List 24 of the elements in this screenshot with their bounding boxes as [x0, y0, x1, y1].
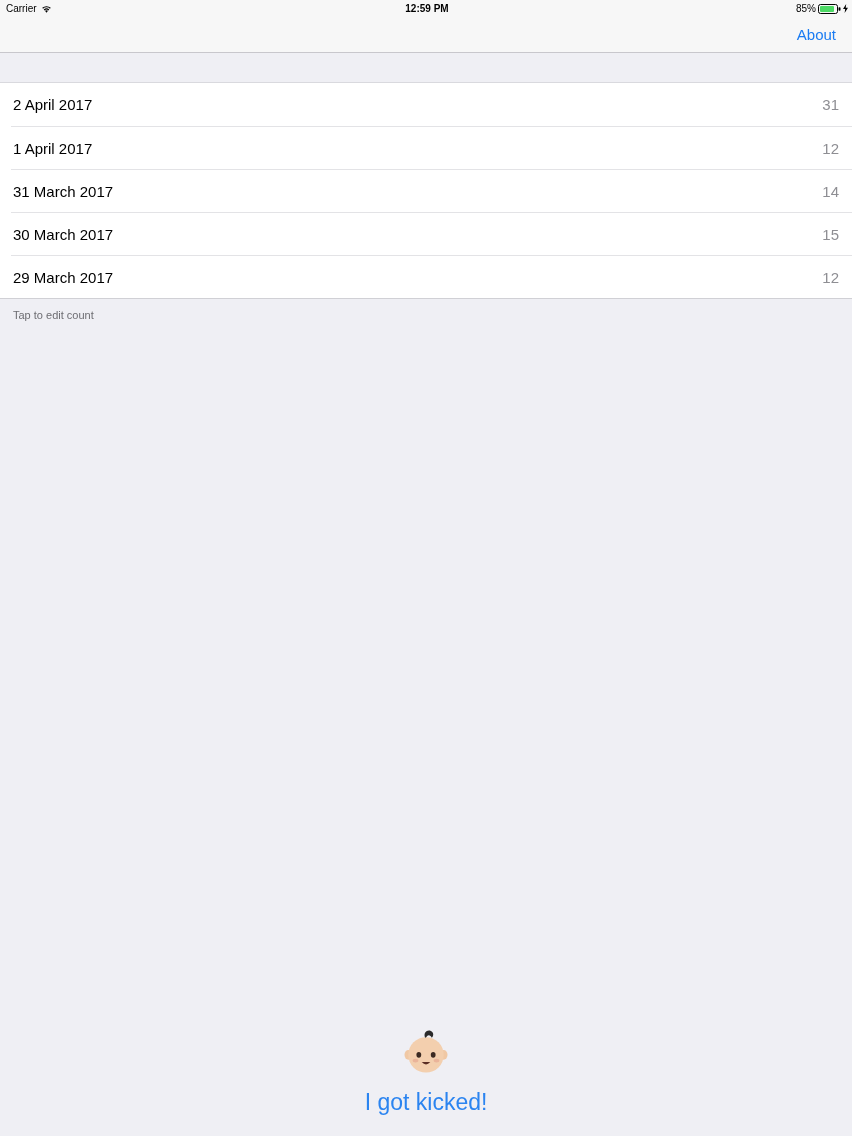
date-label: 1 April 2017	[13, 139, 93, 157]
battery-percentage: 85%	[795, 3, 816, 14]
kick-count: 15	[822, 225, 839, 243]
date-label: 29 March 2017	[13, 268, 114, 286]
baby-face-icon	[404, 1029, 448, 1075]
date-row[interactable]: 2 April 2017 31	[0, 83, 852, 126]
date-label: 30 March 2017	[13, 225, 114, 243]
wifi-icon	[40, 4, 52, 13]
about-button[interactable]: About	[790, 24, 842, 45]
clock-time: 12:59 PM	[405, 3, 449, 14]
date-row[interactable]: 30 March 2017 15	[11, 212, 852, 255]
date-row[interactable]: 1 April 2017 12	[11, 126, 852, 169]
kick-count: 14	[822, 182, 839, 200]
date-label: 31 March 2017	[13, 182, 114, 200]
battery-icon	[818, 3, 841, 14]
date-label: 2 April 2017	[13, 96, 93, 113]
list-footer-hint: Tap to edit count	[13, 309, 94, 321]
charging-bolt-icon	[843, 4, 848, 13]
carrier-label: Carrier	[6, 3, 37, 14]
date-row[interactable]: 29 March 2017 12	[11, 255, 852, 298]
kick-count: 12	[822, 268, 839, 286]
kick-count: 12	[822, 139, 839, 157]
date-row[interactable]: 31 March 2017 14	[11, 169, 852, 212]
kick-count: 31	[822, 96, 839, 113]
